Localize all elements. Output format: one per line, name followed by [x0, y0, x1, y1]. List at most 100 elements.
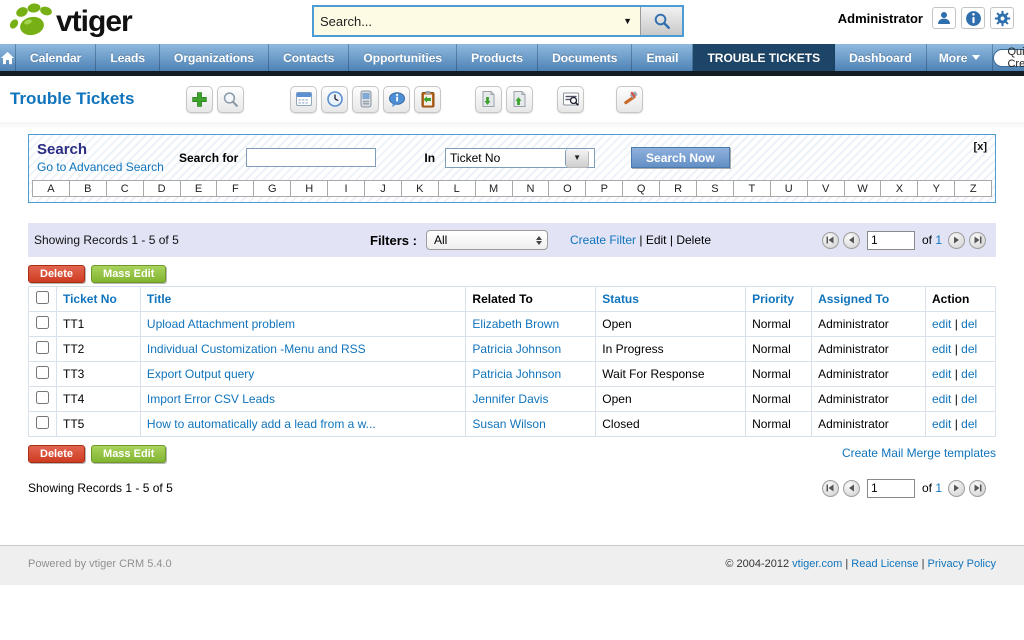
mail-merge-link[interactable]: Create Mail Merge templates [842, 446, 996, 460]
nav-tab-contacts[interactable]: Contacts [269, 44, 349, 71]
global-search-input[interactable]: Search... ▼ [314, 7, 640, 35]
alphabet-letter-X[interactable]: X [880, 180, 918, 197]
ticket-title-link[interactable]: Import Error CSV Leads [147, 392, 275, 406]
alphabet-letter-P[interactable]: P [585, 180, 623, 197]
alphabet-letter-B[interactable]: B [69, 180, 107, 197]
mass-edit-button[interactable]: Mass Edit [91, 445, 166, 463]
sms-icon[interactable] [352, 86, 379, 113]
row-checkbox[interactable] [36, 366, 49, 379]
nav-tab-email[interactable]: Email [632, 44, 693, 71]
alphabet-letter-H[interactable]: H [290, 180, 328, 197]
last-page-button[interactable] [969, 232, 986, 249]
alphabet-letter-N[interactable]: N [512, 180, 550, 197]
related-to-link[interactable]: Elizabeth Brown [472, 317, 559, 331]
clock-icon[interactable] [321, 86, 348, 113]
prev-page-button[interactable] [843, 480, 860, 497]
related-to-link[interactable]: Patricia Johnson [472, 367, 561, 381]
alphabet-letter-F[interactable]: F [216, 180, 254, 197]
calendar-icon[interactable] [290, 86, 317, 113]
alphabet-letter-T[interactable]: T [733, 180, 771, 197]
last-page-button[interactable] [969, 480, 986, 497]
alphabet-letter-D[interactable]: D [143, 180, 181, 197]
advanced-search-link[interactable]: Go to Advanced Search [37, 160, 164, 174]
first-page-button[interactable] [822, 480, 839, 497]
alphabet-letter-M[interactable]: M [475, 180, 513, 197]
alphabet-letter-Q[interactable]: Q [622, 180, 660, 197]
alphabet-letter-Y[interactable]: Y [917, 180, 955, 197]
search-icon[interactable] [217, 86, 244, 113]
alphabet-letter-O[interactable]: O [548, 180, 586, 197]
row-checkbox[interactable] [36, 391, 49, 404]
search-for-input[interactable] [246, 148, 376, 167]
del-link[interactable]: del [961, 342, 977, 356]
alphabet-letter-Z[interactable]: Z [954, 180, 992, 197]
global-search-button[interactable] [640, 7, 682, 35]
nav-tab-opportunities[interactable]: Opportunities [349, 44, 457, 71]
chevron-down-icon[interactable]: ▼ [623, 16, 634, 26]
read-license-link[interactable]: Read License [851, 558, 918, 570]
alphabet-letter-V[interactable]: V [807, 180, 845, 197]
column-priority[interactable]: Priority [752, 292, 794, 306]
next-page-button[interactable] [948, 232, 965, 249]
alphabet-letter-R[interactable]: R [659, 180, 697, 197]
delete-button[interactable]: Delete [28, 445, 85, 463]
related-to-link[interactable]: Susan Wilson [472, 417, 545, 431]
nav-tab-documents[interactable]: Documents [538, 44, 632, 71]
gear-icon[interactable] [990, 7, 1014, 29]
edit-filter-link[interactable]: Edit [646, 233, 667, 247]
row-checkbox[interactable] [36, 341, 49, 354]
filter-select[interactable]: All [426, 230, 548, 250]
privacy-policy-link[interactable]: Privacy Policy [928, 558, 996, 570]
export-icon[interactable] [506, 86, 533, 113]
alphabet-letter-S[interactable]: S [696, 180, 734, 197]
edit-link[interactable]: edit [932, 317, 951, 331]
del-link[interactable]: del [961, 417, 977, 431]
nav-tab-dashboard[interactable]: Dashboard [835, 44, 927, 71]
ticket-title-link[interactable]: Individual Customization -Menu and RSS [147, 342, 366, 356]
alphabet-letter-G[interactable]: G [253, 180, 291, 197]
close-search-panel-link[interactable]: [x] [974, 141, 987, 153]
related-to-link[interactable]: Patricia Johnson [472, 342, 561, 356]
chat-icon[interactable] [383, 86, 410, 113]
add-icon[interactable] [186, 86, 213, 113]
tools-icon[interactable] [616, 86, 643, 113]
next-page-button[interactable] [948, 480, 965, 497]
ticket-title-link[interactable]: How to automatically add a lead from a w… [147, 417, 376, 431]
select-all-checkbox[interactable] [36, 291, 49, 304]
quick-create-button[interactable]: Quick Create... [993, 49, 1024, 67]
alphabet-letter-L[interactable]: L [438, 180, 476, 197]
info-icon[interactable] [961, 7, 985, 29]
prev-page-button[interactable] [843, 232, 860, 249]
nav-tab-leads[interactable]: Leads [96, 44, 160, 71]
edit-link[interactable]: edit [932, 342, 951, 356]
nav-tab-organizations[interactable]: Organizations [160, 44, 269, 71]
alphabet-letter-C[interactable]: C [106, 180, 144, 197]
user-icon[interactable] [932, 7, 956, 29]
column-status[interactable]: Status [602, 292, 639, 306]
del-link[interactable]: del [961, 392, 977, 406]
page-number-input[interactable] [867, 479, 915, 498]
delete-button[interactable]: Delete [28, 265, 85, 283]
column-assigned-to[interactable]: Assigned To [818, 292, 889, 306]
search-now-button[interactable]: Search Now [631, 147, 730, 168]
create-filter-link[interactable]: Create Filter [570, 233, 636, 247]
alphabet-letter-I[interactable]: I [327, 180, 365, 197]
ticket-title-link[interactable]: Upload Attachment problem [147, 317, 295, 331]
first-page-button[interactable] [822, 232, 839, 249]
delete-filter-link[interactable]: Delete [676, 233, 711, 247]
mass-edit-button[interactable]: Mass Edit [91, 265, 166, 283]
nav-tab-home[interactable] [0, 44, 16, 71]
related-to-link[interactable]: Jennifer Davis [472, 392, 548, 406]
alphabet-letter-U[interactable]: U [770, 180, 808, 197]
nav-tab-calendar[interactable]: Calendar [16, 44, 96, 71]
alphabet-letter-J[interactable]: J [364, 180, 402, 197]
import-icon[interactable] [475, 86, 502, 113]
edit-link[interactable]: edit [932, 367, 951, 381]
row-checkbox[interactable] [36, 316, 49, 329]
nav-tab-products[interactable]: Products [457, 44, 538, 71]
row-checkbox[interactable] [36, 416, 49, 429]
find-duplicates-icon[interactable] [557, 86, 584, 113]
page-number-input[interactable] [867, 231, 915, 250]
column-ticket-no[interactable]: Ticket No [63, 292, 117, 306]
search-field-select[interactable]: Ticket No ▼ [445, 148, 595, 168]
